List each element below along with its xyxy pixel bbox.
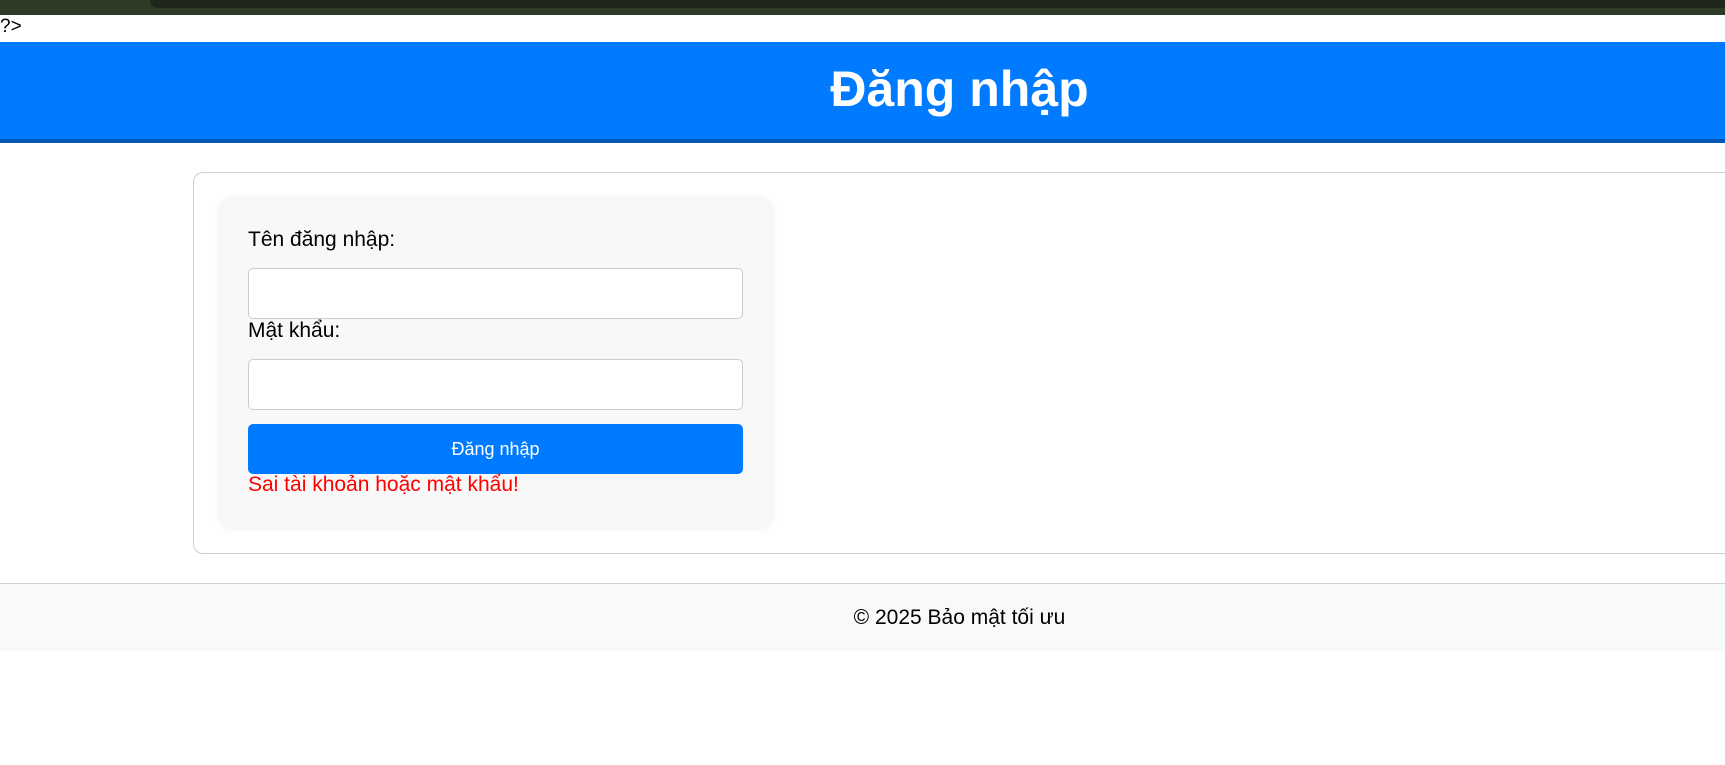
password-input[interactable] <box>248 359 743 410</box>
browser-top-strip <box>0 0 1725 15</box>
stray-php-text: ?> <box>0 16 22 37</box>
page-title: Đăng nhập <box>830 60 1089 117</box>
username-label: Tên đăng nhập: <box>248 228 396 251</box>
password-label: Mật khẩu: <box>248 319 341 342</box>
browser-top-strip-inner <box>150 0 1725 8</box>
login-button[interactable]: Đăng nhập <box>248 424 743 474</box>
username-input[interactable] <box>248 268 743 319</box>
page-footer: © 2025 Bảo mật tối ưu <box>0 583 1725 651</box>
error-message: Sai tài khoản hoặc mật khẩu! <box>248 473 519 496</box>
page-header: Đăng nhập <box>0 42 1725 143</box>
footer-copyright: © 2025 Bảo mật tối ưu <box>853 605 1066 629</box>
